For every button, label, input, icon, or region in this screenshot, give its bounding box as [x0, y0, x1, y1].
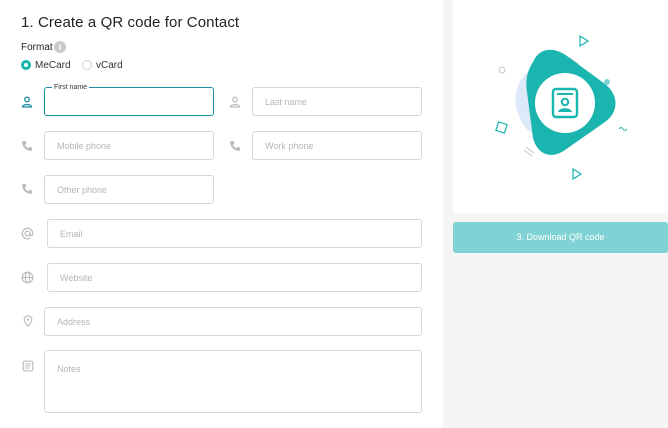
mobile-phone-field[interactable]: Mobile phone — [44, 131, 214, 160]
format-vcard-label[interactable]: vCard — [96, 60, 123, 71]
download-qr-button[interactable]: 3. Download QR code — [453, 222, 668, 253]
contact-form-panel: 1. Create a QR code for Contact Format i… — [0, 0, 443, 428]
last-name-placeholder: Last name — [265, 96, 308, 107]
phone-icon — [230, 141, 240, 151]
contact-illustration — [495, 34, 628, 181]
other-phone-placeholder: Other phone — [57, 184, 108, 195]
notes-placeholder: Notes — [57, 364, 81, 374]
website-field[interactable]: Website — [47, 263, 422, 292]
notes-field[interactable]: Notes — [44, 350, 422, 413]
address-placeholder: Address — [57, 316, 91, 327]
format-label: Format — [21, 42, 53, 53]
mobile-phone-placeholder: Mobile phone — [57, 140, 112, 151]
last-name-field[interactable]: Last name — [252, 87, 422, 116]
format-mecard-label[interactable]: MeCard — [35, 60, 71, 71]
phone-icon — [22, 141, 32, 151]
person-icon — [229, 96, 241, 108]
email-placeholder: Email — [60, 228, 83, 239]
website-placeholder: Website — [60, 272, 93, 283]
other-phone-field[interactable]: Other phone — [44, 175, 214, 204]
address-field[interactable]: Address — [44, 307, 422, 336]
notes-icon — [22, 360, 34, 372]
format-mecard-radio[interactable] — [21, 60, 31, 70]
first-name-field[interactable]: First name — [44, 83, 214, 116]
at-icon — [21, 227, 34, 240]
qr-preview-card — [453, 0, 668, 213]
format-vcard-radio[interactable] — [82, 60, 92, 70]
person-icon — [21, 96, 33, 108]
location-pin-icon — [23, 315, 33, 327]
work-phone-field[interactable]: Work phone — [252, 131, 422, 160]
email-field[interactable]: Email — [47, 219, 422, 248]
info-icon[interactable]: i — [54, 41, 66, 53]
phone-icon — [22, 184, 32, 194]
work-phone-placeholder: Work phone — [265, 140, 314, 151]
first-name-floating-label: First name — [52, 83, 90, 92]
page-title: 1. Create a QR code for Contact — [21, 14, 240, 31]
globe-icon — [21, 271, 34, 284]
